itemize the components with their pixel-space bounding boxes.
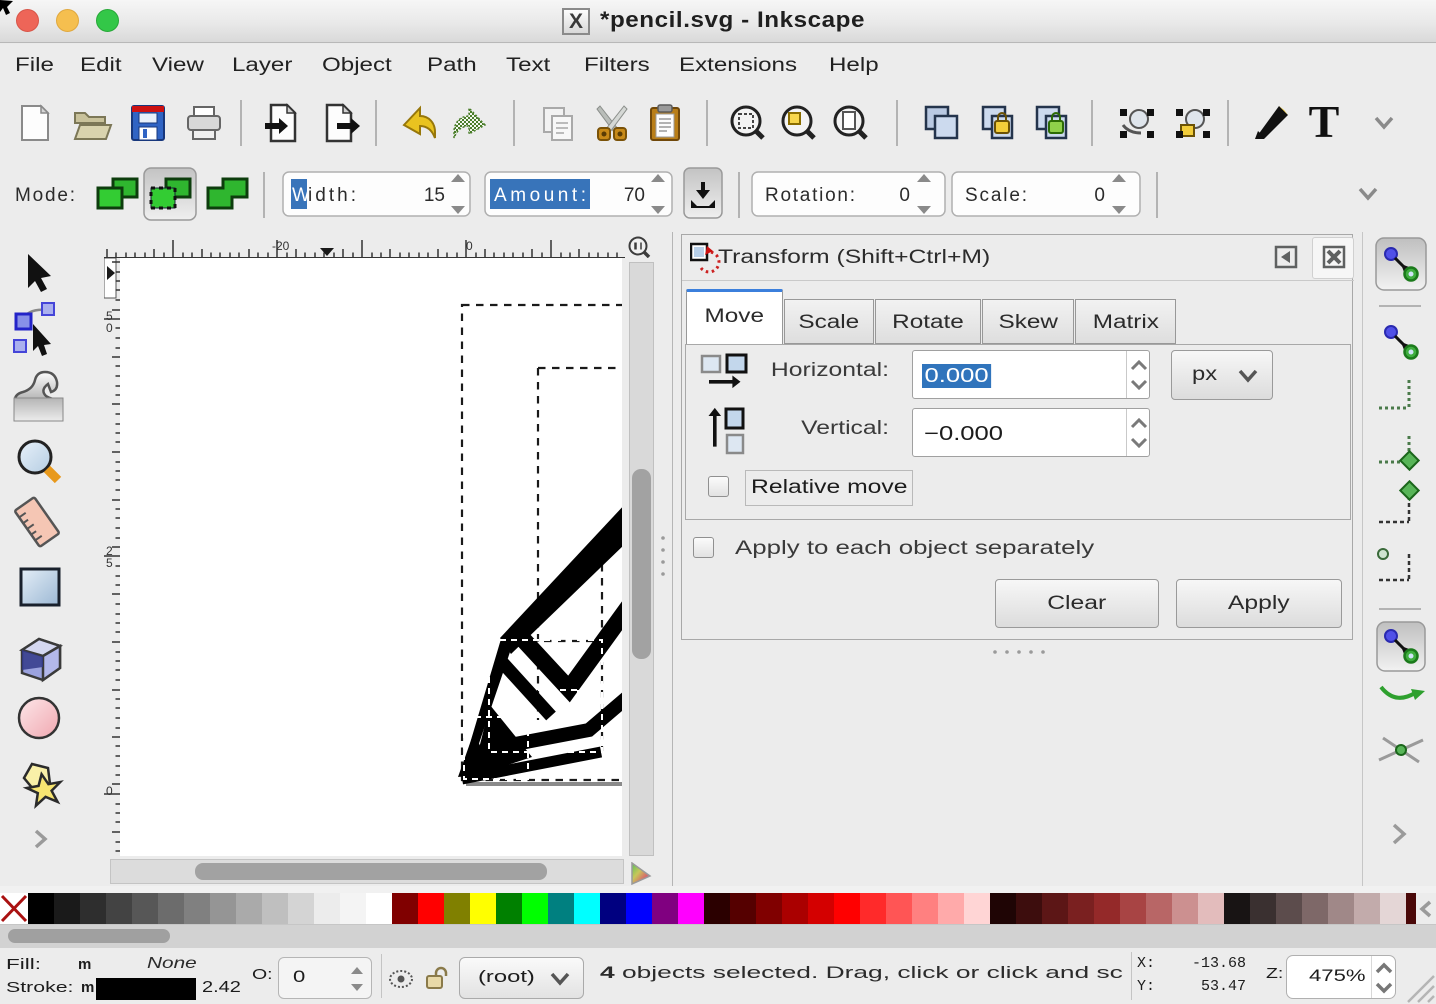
svg-text:15: 15 <box>424 185 445 206</box>
svg-text:0: 0 <box>466 239 473 253</box>
svg-text:T: T <box>1309 96 1340 147</box>
svg-text:0: 0 <box>1094 185 1105 206</box>
svg-text:70: 70 <box>624 185 645 206</box>
svg-text:0: 0 <box>106 321 113 335</box>
svg-text:Rotation:: Rotation: <box>765 185 855 206</box>
svg-text:5: 5 <box>106 556 113 570</box>
svg-text:Mode:: Mode: <box>15 185 75 206</box>
svg-text:0: 0 <box>106 784 113 798</box>
svg-text:-20: -20 <box>272 239 290 253</box>
svg-text:0: 0 <box>899 185 910 206</box>
svg-text:Scale:: Scale: <box>965 185 1027 206</box>
